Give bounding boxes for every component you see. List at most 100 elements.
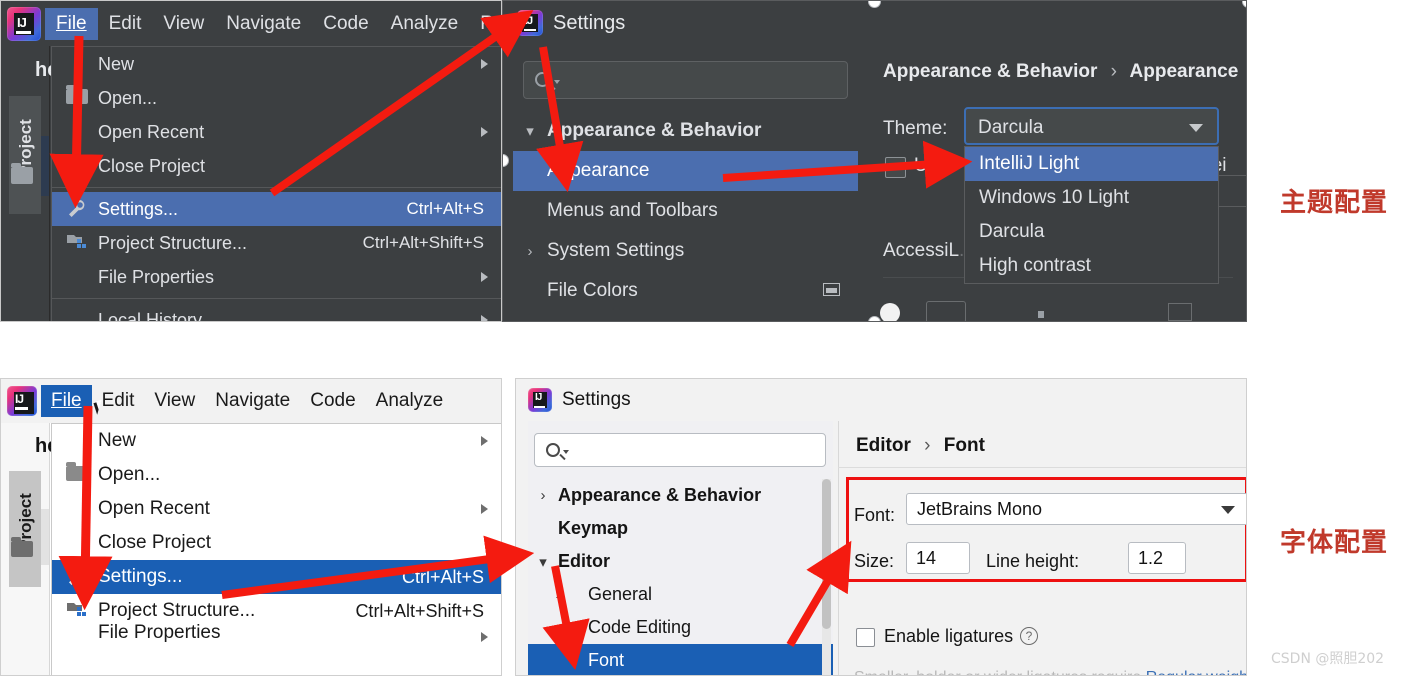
chevron-right-icon — [481, 504, 488, 514]
folder-icon — [11, 537, 33, 557]
menu-item-open-recent[interactable]: Open Recent — [52, 492, 501, 526]
tree-item-appearance-and-behavior[interactable]: ▾ Appearance & Behavior — [513, 111, 858, 151]
menubar-item-code[interactable]: Code — [300, 385, 365, 417]
tree-item-font[interactable]: Font — [528, 644, 833, 675]
use-custom-font-checkbox[interactable] — [885, 157, 906, 178]
radio-button-partial[interactable] — [880, 303, 900, 321]
intellij-idea-logo-icon: IJ — [517, 10, 543, 36]
light-project-tool-button[interactable]: Project — [9, 471, 41, 587]
line-height-input[interactable]: 1.2 — [1128, 542, 1186, 574]
folder-icon — [66, 85, 88, 104]
menubar-item-navigate[interactable]: Navigate — [215, 8, 312, 40]
menu-item-close-project[interactable]: Close Project — [52, 526, 501, 560]
wrench-icon — [66, 198, 88, 218]
chevron-right-icon: › — [555, 586, 561, 603]
font-size-value: 14 — [916, 548, 937, 568]
input-partial[interactable] — [926, 301, 966, 321]
tree-item-system-settings[interactable]: › System Settings — [513, 231, 858, 271]
folder-icon — [66, 462, 88, 481]
menu-separator — [52, 187, 501, 188]
menubar-item-code[interactable]: Code — [312, 8, 379, 40]
menubar-item-edit[interactable]: Edit — [98, 8, 153, 40]
sidebar-scrollbar-thumb[interactable] — [822, 479, 831, 629]
tree-item-appearance[interactable]: Appearance — [513, 151, 858, 191]
menubar-item-file[interactable]: File — [45, 7, 98, 40]
tree-item-file-colors[interactable]: File Colors — [513, 271, 858, 311]
menubar-item-refactor-partial[interactable]: R — [469, 8, 501, 40]
intellij-idea-logo-icon: IJ — [7, 6, 41, 41]
menu-shortcut-settings: Ctrl+Alt+S — [406, 199, 484, 218]
resize-handle-bottom[interactable] — [868, 316, 881, 321]
breadcrumb-part-1: Editor — [856, 435, 911, 456]
chevron-right-icon — [481, 632, 488, 642]
menu-item-new[interactable]: New — [52, 424, 501, 458]
dark-file-menu: New Open... Open Recent Close Project Se… — [51, 46, 501, 321]
chevron-down-icon: ▾ — [526, 123, 534, 140]
chevron-down-icon — [1221, 506, 1235, 514]
text-fragment — [1038, 311, 1044, 318]
chevron-right-icon — [481, 272, 488, 282]
menu-item-project-structure[interactable]: Project Structure... Ctrl+Alt+Shift+S — [52, 226, 501, 260]
font-family-select[interactable]: JetBrains Mono — [906, 493, 1246, 525]
menubar-item-view[interactable]: View — [152, 8, 215, 40]
chevron-right-icon — [481, 127, 488, 137]
help-icon[interactable]: ? — [1020, 627, 1038, 645]
theme-option-windows-10-light[interactable]: Windows 10 Light — [965, 181, 1218, 215]
theme-label: Theme: — [883, 118, 948, 139]
footer-hint-link[interactable]: Regular weight — [1146, 669, 1246, 675]
file-colors-icon — [823, 283, 840, 296]
menu-item-settings[interactable]: Settings... Ctrl+Alt+S — [52, 560, 501, 594]
menu-item-file-properties[interactable]: File Properties — [52, 622, 501, 646]
menubar-item-navigate[interactable]: Navigate — [205, 385, 300, 417]
theme-option-high-contrast[interactable]: High contrast — [965, 249, 1218, 283]
input-fragment[interactable] — [1168, 303, 1192, 321]
tree-item-menus-and-toolbars[interactable]: Menus and Toolbars — [513, 191, 858, 231]
search-icon — [546, 443, 560, 457]
menu-item-open[interactable]: Open... — [52, 458, 501, 492]
menu-item-file-properties[interactable]: File Properties — [52, 260, 501, 294]
menu-shortcut-project-structure: Ctrl+Alt+Shift+S — [355, 600, 484, 621]
tree-item-appearance-and-behavior[interactable]: › Appearance & Behavior — [528, 479, 833, 512]
chevron-right-icon — [481, 315, 488, 321]
breadcrumb-part-2: Font — [943, 435, 985, 456]
line-height-label: Line height: — [986, 551, 1080, 571]
menu-item-open[interactable]: Open... — [52, 81, 501, 115]
menubar-item-analyze[interactable]: Analyze — [380, 8, 470, 40]
menubar-item-view[interactable]: View — [144, 385, 205, 417]
menubar-item-file[interactable]: File — [41, 385, 92, 417]
search-input[interactable] — [523, 61, 848, 99]
breadcrumb: Appearance & Behavior › Appearance — [883, 61, 1238, 83]
menu-item-open-recent[interactable]: Open Recent — [52, 115, 501, 149]
enable-ligatures-checkbox[interactable] — [856, 628, 875, 647]
menu-separator — [52, 298, 501, 299]
intellij-idea-logo-icon: IJ — [7, 386, 37, 416]
tree-item-editor[interactable]: ▾ Editor — [528, 545, 833, 578]
menu-item-new[interactable]: New — [52, 47, 501, 81]
light-ide-window: IJ File Edit View Navigate Code Analyze … — [0, 378, 502, 676]
tree-item-code-editing[interactable]: Code Editing — [528, 611, 833, 644]
chevron-down-icon: ▾ — [539, 553, 547, 571]
menu-item-settings[interactable]: Settings... Ctrl+Alt+S — [52, 192, 501, 226]
breadcrumb: Editor › Font — [856, 435, 985, 457]
menubar-item-analyze[interactable]: Analyze — [366, 385, 454, 417]
search-input[interactable] — [534, 433, 826, 467]
resize-handle-left[interactable] — [503, 154, 509, 167]
font-label: Font: — [854, 505, 896, 525]
theme-option-darcula[interactable]: Darcula — [965, 215, 1218, 249]
theme-select-value: Darcula — [978, 117, 1044, 138]
search-icon — [535, 72, 550, 87]
tree-item-keymap[interactable]: Keymap — [528, 512, 833, 545]
menu-item-local-history[interactable]: Local History — [52, 303, 501, 321]
intellij-idea-logo-icon: IJ — [528, 388, 552, 412]
theme-option-intellij-light[interactable]: IntelliJ Light — [965, 147, 1218, 181]
font-size-input[interactable]: 14 — [906, 542, 970, 574]
dark-project-tool-button[interactable]: Project — [9, 96, 41, 214]
font-family-select-value: JetBrains Mono — [917, 499, 1043, 519]
folder-icon — [11, 163, 33, 184]
tree-item-general[interactable]: › General — [528, 578, 833, 611]
dark-settings-content: Appearance & Behavior › Appearance Theme… — [868, 45, 1246, 321]
light-settings-content: Editor › Font Font: JetBrains Mono Size:… — [838, 421, 1246, 675]
menu-item-close-project[interactable]: Close Project — [52, 149, 501, 183]
theme-select[interactable]: Darcula — [964, 107, 1219, 145]
dialog-title: Settings — [562, 389, 631, 410]
